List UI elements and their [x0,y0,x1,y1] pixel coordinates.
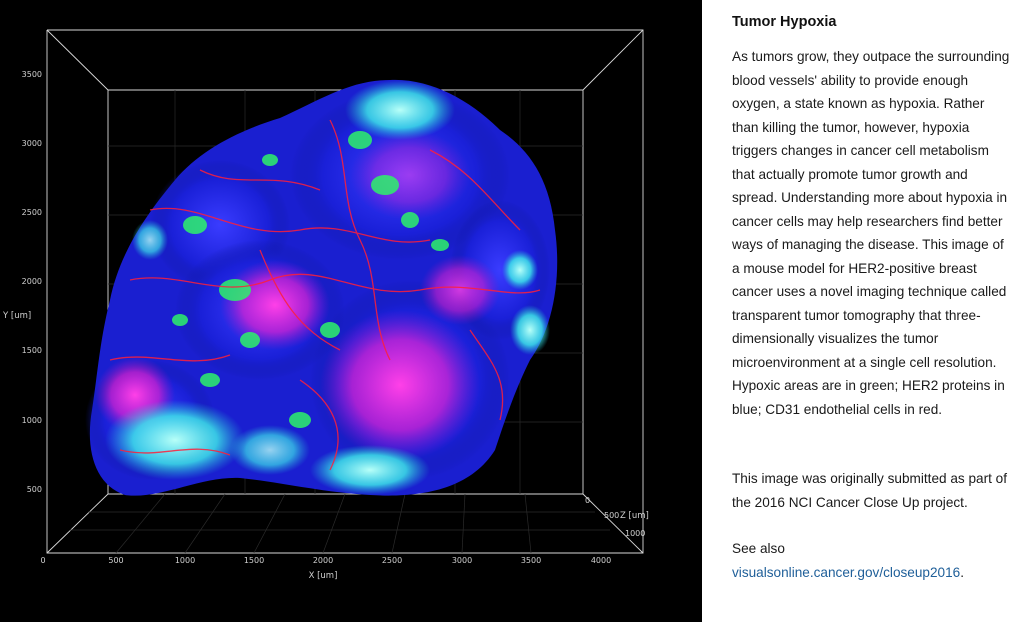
z-tick-label: 1000 [625,529,645,538]
tumor-render: 3500 3000 2500 2000 1500 1000 500 Y [um]… [2,29,649,581]
x-tick-label: 4000 [591,556,611,565]
x-tick-label: 500 [108,556,123,565]
closeup-link[interactable]: visualsonline.cancer.gov/closeup2016 [732,565,960,580]
y-axis-label: Y [um] [2,311,31,321]
y-tick-label: 2000 [22,277,42,286]
z-axis-label: Z [um] [620,511,649,521]
see-also-label: See also [732,541,785,556]
article-body: As tumors grow, they outpace the surroun… [732,49,1010,417]
y-axis: 3500 3000 2500 2000 1500 1000 500 Y [um] [2,70,42,494]
x-tick-label: 2500 [382,556,402,565]
y-tick-label: 3000 [22,139,42,148]
z-axis: 0 500 1000 Z [um] [585,496,649,538]
x-tick-label: 3500 [521,556,541,565]
z-tick-label: 0 [585,496,590,505]
x-tick-label: 1500 [244,556,264,565]
article-panel: Tumor Hypoxia As tumors grow, they outpa… [702,0,1024,622]
article-credit: This image was originally submitted as p… [732,471,1008,510]
y-tick-label: 1500 [22,346,42,355]
x-tick-label: 3000 [452,556,472,565]
x-axis: 0 500 1000 1500 2000 2500 3000 3500 4000… [40,556,611,581]
y-tick-label: 500 [27,485,42,494]
x-axis-label: X [um] [309,571,338,581]
x-origin-label: 0 [40,556,45,565]
link-period: . [960,564,965,580]
y-tick-label: 3500 [22,70,42,79]
microscopy-3d-viewer[interactable]: 3500 3000 2500 2000 1500 1000 500 Y [um]… [0,0,702,622]
y-tick-label: 1000 [22,416,42,425]
x-tick-label: 2000 [313,556,333,565]
tumor-volume [85,79,558,496]
x-tick-label: 1000 [175,556,195,565]
see-also: See also visualsonline.cancer.gov/closeu… [732,537,1014,584]
z-tick-label: 500 [604,511,619,520]
y-tick-label: 2500 [22,208,42,217]
article-title: Tumor Hypoxia [732,14,837,30]
